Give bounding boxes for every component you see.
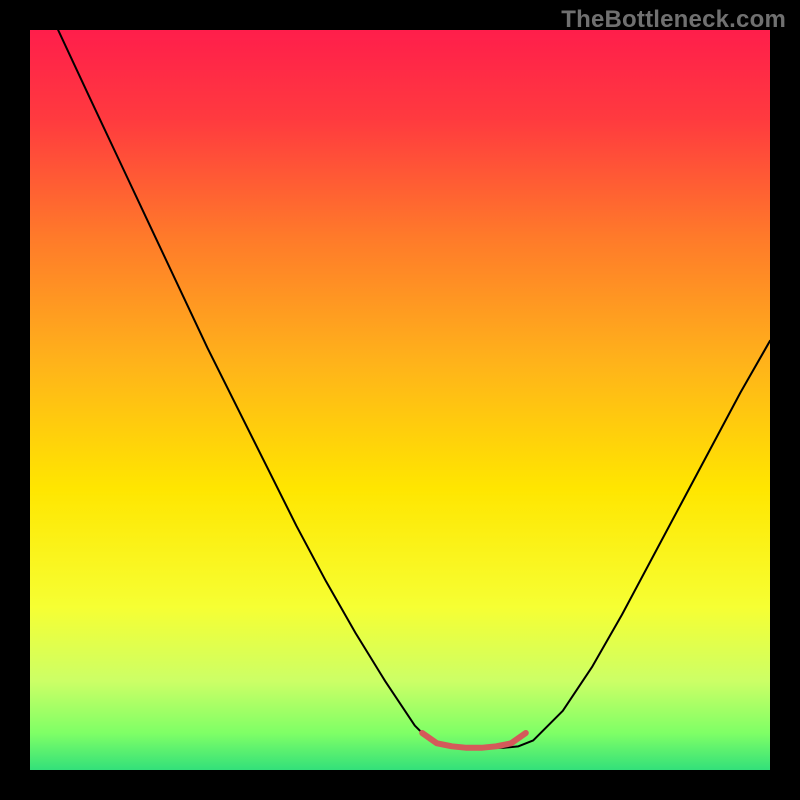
chart-svg	[30, 30, 770, 770]
gradient-background	[30, 30, 770, 770]
plot-area	[30, 30, 770, 770]
chart-frame: TheBottleneck.com	[0, 0, 800, 800]
watermark-text: TheBottleneck.com	[561, 6, 786, 34]
